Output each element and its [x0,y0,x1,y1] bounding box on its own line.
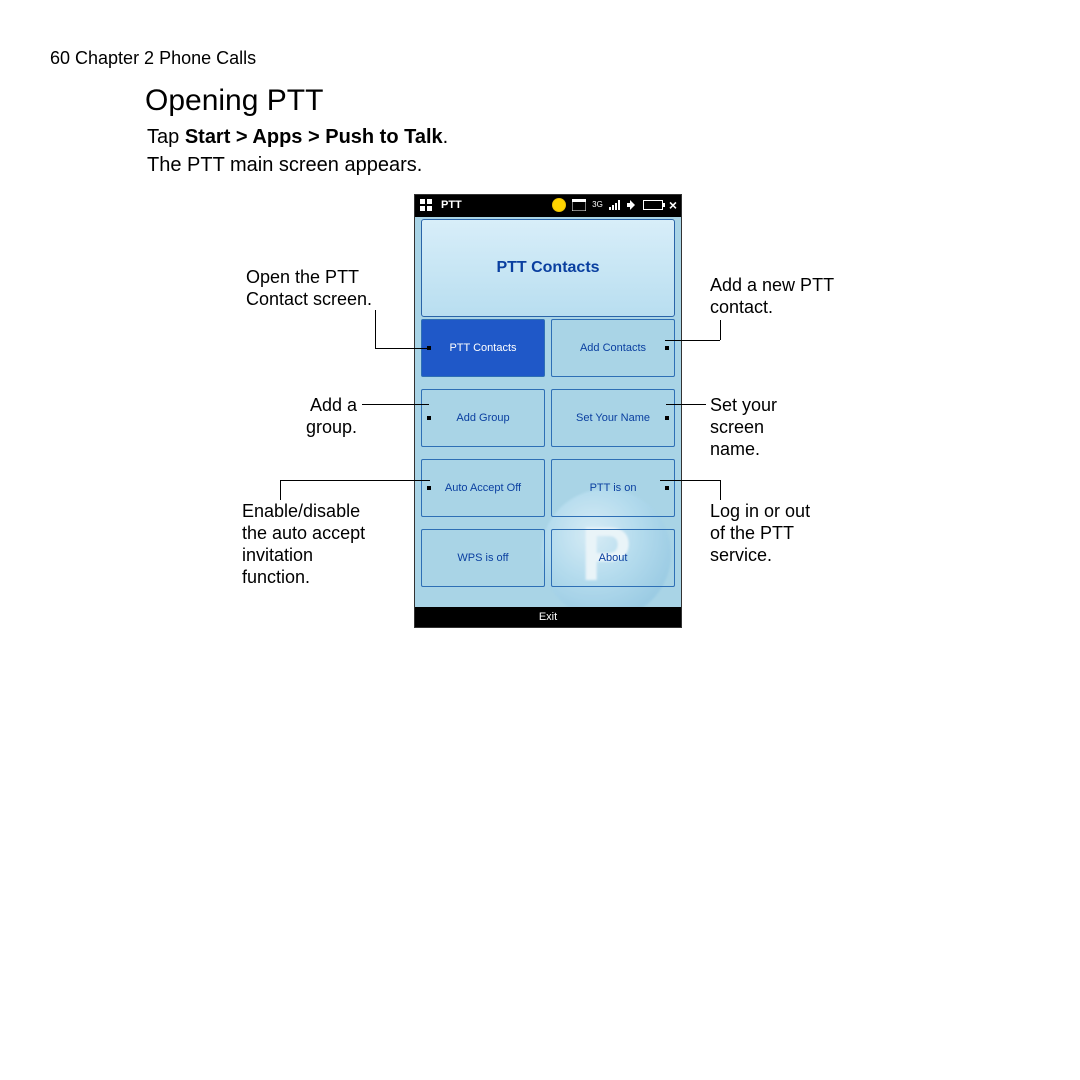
tile-label: Auto Accept Off [445,482,521,494]
tile-set-your-name[interactable]: Set Your Name [551,389,675,447]
text: of the PTT [710,522,810,544]
callout-anchor [427,416,431,420]
tile-label: About [599,552,628,564]
close-icon[interactable]: × [669,200,677,210]
app-title: PTT [441,199,462,211]
text: function. [242,566,365,588]
tile-label: WPS is off [457,552,508,564]
tile-auto-accept-off[interactable]: Auto Accept Off [421,459,545,517]
callout-anchor [665,346,669,350]
text: the auto accept [242,522,365,544]
leader-line [362,404,429,405]
callout-add-contact: Add a new PTT contact. [710,274,834,318]
text-bold: Start > Apps > Push to Talk [185,126,443,148]
leader-line [720,320,721,340]
windows-icon [419,198,433,212]
leader-line [666,404,706,405]
text: contact. [710,296,834,318]
face-icon [552,198,566,212]
text: Open the PTT [246,266,372,288]
text: Contact screen. [246,288,372,310]
instruction-line-1: Tap Start > Apps > Push to Talk. [147,124,448,150]
text: Tap [147,126,185,148]
text: group. [306,416,357,438]
leader-line [665,340,720,341]
bottom-bar: Exit [415,607,681,627]
exit-button[interactable]: Exit [539,611,557,623]
callout-anchor [665,416,669,420]
tile-about[interactable]: About [551,529,675,587]
tile-label: Add Group [456,412,509,424]
text: Log in or out [710,500,810,522]
leader-line [660,480,720,481]
leader-line [280,480,430,481]
tile-label: PTT is on [590,482,637,494]
start-icon[interactable] [419,198,433,212]
text: Enable/disable [242,500,365,522]
text: . [443,126,449,148]
callout-set-name: Set your screen name. [710,394,777,460]
text: Set your [710,394,777,416]
status-right: 3G × [552,198,677,215]
screen-heading: PTT Contacts [421,219,675,317]
section-title: Opening PTT [145,84,323,118]
window-icon [572,199,586,211]
tile-ptt-is-on[interactable]: PTT is on [551,459,675,517]
tile-grid: P PTT Contacts Add Contacts Add Group Se… [421,319,675,607]
heading-text: PTT Contacts [496,259,599,277]
leader-line [720,480,721,500]
tile-add-group[interactable]: Add Group [421,389,545,447]
text: Add a [306,394,357,416]
callout-anchor [427,486,431,490]
tile-label: PTT Contacts [449,342,516,354]
text: screen [710,416,777,438]
tile-label: Add Contacts [580,342,646,354]
leader-line [375,310,376,348]
callout-anchor [665,486,669,490]
signal-icon [609,200,621,210]
speaker-icon [627,200,637,210]
text: invitation [242,544,365,566]
callout-open-contacts: Open the PTT Contact screen. [246,266,372,310]
text: Add a new PTT [710,274,834,296]
text: name. [710,438,777,460]
callout-add-group: Add a group. [306,394,357,438]
tile-wps-is-off[interactable]: WPS is off [421,529,545,587]
phone-screenshot: PTT 3G × PTT Contacts P PTT Contac [414,194,682,628]
callout-log-in-out: Log in or out of the PTT service. [710,500,810,566]
tile-ptt-contacts[interactable]: PTT Contacts [421,319,545,377]
tile-label: Set Your Name [576,412,650,424]
page-header: 60 Chapter 2 Phone Calls [50,48,256,69]
page: 60 Chapter 2 Phone Calls Opening PTT Tap… [0,0,1080,1080]
battery-icon [643,200,663,210]
callout-auto-accept: Enable/disable the auto accept invitatio… [242,500,365,588]
leader-line [375,348,430,349]
instruction-line-2: The PTT main screen appears. [147,152,422,178]
tile-add-contacts[interactable]: Add Contacts [551,319,675,377]
text: service. [710,544,810,566]
network-3g-icon: 3G [592,201,603,209]
leader-line [280,480,281,500]
status-bar: PTT 3G × [415,195,681,217]
